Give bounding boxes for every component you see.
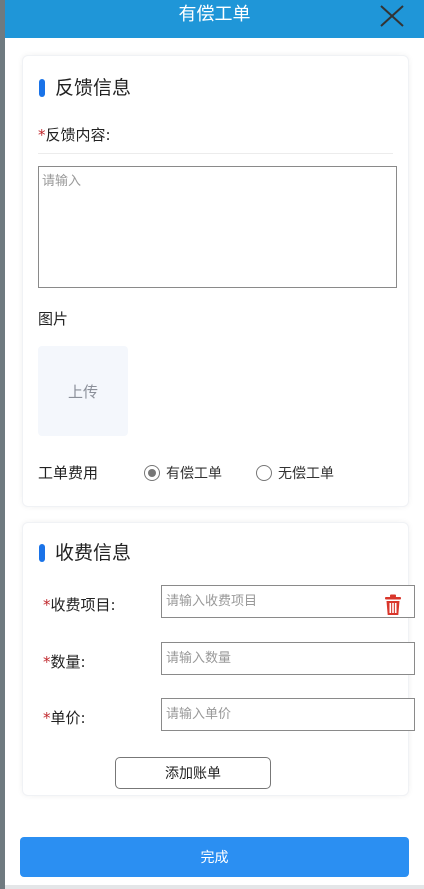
upload-label: 上传 (67, 382, 98, 401)
required-mark: * (43, 596, 51, 614)
radio-free-label: 无偿工单 (278, 466, 334, 482)
dialog-title: 有偿工单 (178, 4, 251, 25)
radio-paid-label: 有偿工单 (166, 466, 222, 482)
feedback-content-label-text: 反馈内容: (45, 126, 111, 144)
close-icon[interactable] (378, 4, 406, 28)
done-label: 完成 (200, 850, 229, 866)
feedback-section-title: 反馈信息 (55, 77, 132, 99)
unit-price-input[interactable] (161, 698, 415, 731)
quantity-label: *数量: (43, 652, 86, 672)
charge-item-input[interactable] (161, 585, 415, 618)
unit-price-label: *单价: (43, 708, 86, 728)
image-upload-button[interactable]: 上传 (38, 346, 128, 436)
add-bill-button[interactable]: 添加账单 (115, 757, 271, 789)
charge-item-label-text: 收费项目: (50, 596, 116, 614)
charge-section-header: 收费信息 (39, 541, 131, 565)
quantity-label-text: 数量: (50, 653, 86, 671)
required-mark: * (43, 709, 51, 727)
charge-section-title: 收费信息 (55, 542, 132, 564)
quantity-input[interactable] (161, 642, 415, 675)
dialog-window: 有偿工单 反馈信息 *反馈内容: 图片 上传 工单费用 有偿工单 无偿工单 (5, 0, 424, 889)
fee-label: 工单费用 (38, 464, 99, 482)
frame-bottom-edge (5, 885, 424, 889)
radio-free-order[interactable]: 无偿工单 (256, 463, 334, 483)
radio-unchecked-icon (256, 465, 272, 481)
dialog-header: 有偿工单 (5, 0, 424, 38)
radio-paid-order[interactable]: 有偿工单 (144, 463, 222, 483)
feedback-content-textarea[interactable] (38, 166, 397, 288)
image-label: 图片 (38, 310, 69, 328)
divider (38, 153, 393, 154)
feedback-card: 反馈信息 *反馈内容: 图片 上传 工单费用 有偿工单 无偿工单 (22, 55, 409, 507)
radio-checked-icon (144, 465, 160, 481)
charge-item-label: *收费项目: (43, 595, 116, 615)
done-button[interactable]: 完成 (20, 837, 409, 877)
add-bill-label: 添加账单 (165, 766, 221, 782)
feedback-section-header: 反馈信息 (39, 76, 131, 100)
charge-card: 收费信息 *收费项目: *数量: *单价: 添加账单 (22, 522, 415, 796)
section-marker (39, 544, 45, 562)
trash-icon[interactable] (383, 594, 403, 616)
required-mark: * (38, 126, 46, 144)
section-marker (39, 79, 45, 97)
feedback-content-label: *反馈内容: (38, 125, 111, 145)
unit-price-label-text: 单价: (50, 709, 86, 727)
required-mark: * (43, 653, 51, 671)
